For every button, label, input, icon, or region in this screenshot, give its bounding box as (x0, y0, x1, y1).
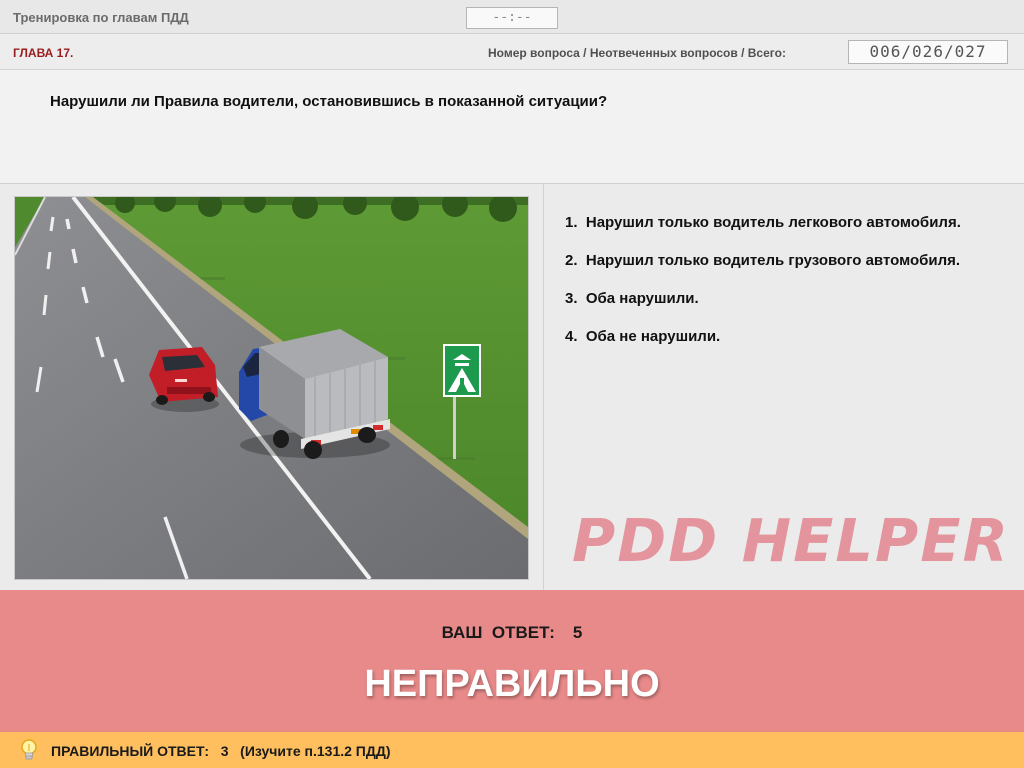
lightbulb-icon (21, 739, 37, 760)
answer-list: 1. Нарушил только водитель легкового авт… (565, 213, 965, 365)
chapter-bar: ГЛАВА 17. Номер вопроса / Неотвеченных в… (0, 34, 1024, 70)
verdict-text: НЕПРАВИЛЬНО (364, 663, 660, 705)
red-car (149, 347, 219, 412)
answer-option-1[interactable]: 1. Нарушил только водитель легкового авт… (565, 213, 965, 232)
your-answer-value: 5 (572, 623, 583, 642)
answer-option-4[interactable]: 4. Оба не нарушили. (565, 327, 965, 346)
answer-option-3[interactable]: 3. Оба нарушили. (565, 289, 965, 308)
situation-image (14, 196, 529, 580)
panel-divider (543, 184, 544, 590)
question-text: Нарушили ли Правила водители, остановивш… (50, 93, 608, 110)
hint-bar: ПРАВИЛЬНЫЙ ОТВЕТ: 3 (Изучите п.131.2 ПДД… (0, 732, 1024, 768)
timer-display: --:-- (466, 7, 558, 29)
answer-text: Нарушил только водитель грузового автомо… (585, 252, 961, 269)
top-bar: Тренировка по главам ПДД --:-- (0, 0, 1024, 34)
answer-text: Оба не нарушили. (585, 328, 721, 345)
answer-number: 4. (565, 328, 578, 345)
main-area: 1. Нарушил только водитель легкового авт… (0, 184, 1024, 590)
answer-number: 1. (565, 214, 578, 231)
answer-text: Нарушил только водитель легкового автомо… (585, 214, 961, 231)
answer-option-2[interactable]: 2. Нарушил только водитель грузового авт… (565, 251, 965, 270)
chapter-label: ГЛАВА 17. (13, 46, 74, 60)
your-answer-label: ВАШ ОТВЕТ: (441, 623, 555, 642)
answer-text: Оба нарушили. (585, 290, 699, 307)
mode-title: Тренировка по главам ПДД (13, 10, 189, 25)
watermark-logo: PDD HELPER (572, 506, 1010, 575)
question-counter: 006/026/027 (848, 40, 1008, 64)
your-answer: ВАШ ОТВЕТ: 5 (0, 623, 1024, 643)
result-band: ВАШ ОТВЕТ: 5 НЕПРАВИЛЬНО (0, 590, 1024, 732)
question-area: Нарушили ли Правила водители, остановивш… (0, 70, 1024, 184)
answer-number: 2. (565, 252, 578, 269)
truck (239, 329, 390, 459)
correct-answer-hint: ПРАВИЛЬНЫЙ ОТВЕТ: 3 (Изучите п.131.2 ПДД… (51, 743, 391, 759)
answer-number: 3. (565, 290, 578, 307)
question-counter-label: Номер вопроса / Неотвеченных вопросов / … (488, 46, 786, 60)
